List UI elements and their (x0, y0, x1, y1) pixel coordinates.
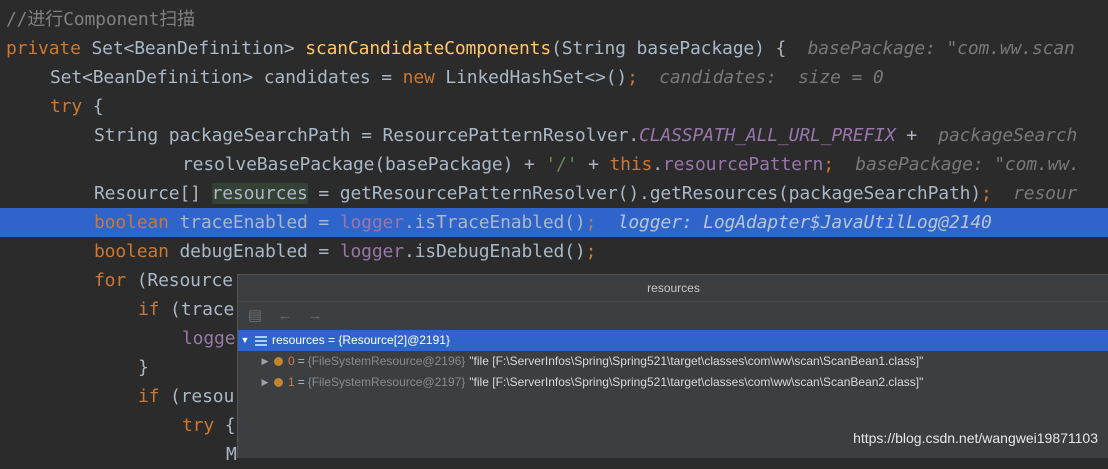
keyword-private: private (6, 38, 81, 59)
inline-value-hint: candidates: size = 0 (659, 67, 884, 88)
field-reference: logge (182, 328, 236, 349)
inline-value-hint: packageSearch (938, 125, 1078, 146)
copy-value-icon[interactable]: ▤ (246, 306, 264, 324)
popup-title: resources (238, 275, 1108, 302)
code-text: LinkedHashSet<>() (434, 67, 628, 88)
forward-arrow-icon[interactable]: → (306, 306, 324, 324)
tree-node-item-1[interactable]: ▶ 1 = {FileSystemResource@2197} "file [F… (238, 372, 1108, 393)
item-value: "file [F:\ServerInfos\Spring\Spring521\t… (469, 354, 924, 368)
keyword-if: if (138, 386, 160, 407)
code-line-1: //进行Component扫描 (0, 5, 1108, 34)
field-reference: logger (339, 212, 404, 233)
keyword-if: if (138, 299, 160, 320)
keyword-try: try (50, 96, 83, 117)
field-icon (274, 378, 283, 387)
item-index: 0 (288, 354, 295, 368)
field-icon (274, 357, 283, 366)
method-name: scanCandidateComponents (305, 38, 552, 59)
item-type: {FileSystemResource@2196} (307, 354, 466, 368)
expand-arrow-icon[interactable]: ▼ (238, 330, 252, 351)
item-value: "file [F:\ServerInfos\Spring\Spring521\t… (469, 375, 924, 389)
keyword-boolean: boolean (94, 241, 169, 262)
return-type: Set<BeanDefinition> (80, 38, 306, 59)
code-text: Set<BeanDefinition> candidates = (50, 67, 403, 88)
back-arrow-icon[interactable]: ← (276, 306, 294, 324)
resources-variable[interactable]: resources (211, 183, 308, 204)
watermark-url: https://blog.csdn.net/wangwei19871103 (853, 430, 1098, 446)
popup-toolbar: ▤ ← → (238, 302, 1108, 328)
tree-node-resources[interactable]: ▼ resources = {Resource[2]@2191} (238, 330, 1108, 351)
array-variable-icon (255, 335, 267, 347)
item-type: {FileSystemResource@2197} (307, 375, 466, 389)
tree-node-item-0[interactable]: ▶ 0 = {FileSystemResource@2196} "file [F… (238, 351, 1108, 372)
code-line-3: Set<BeanDefinition> candidates = new Lin… (50, 67, 884, 88)
inline-value-hint: basePackage: "com.ww. (855, 154, 1080, 175)
code-line-2: private Set<BeanDefinition> scanCandidat… (0, 34, 1108, 63)
static-constant: CLASSPATH_ALL_URL_PREFIX (639, 125, 896, 146)
code-line-5: String packageSearchPath = ResourcePatte… (94, 125, 1078, 146)
code-line-4: try { (50, 96, 104, 117)
keyword-new: new (402, 67, 435, 88)
code-line-9: boolean debugEnabled = logger.isDebugEna… (94, 241, 597, 262)
item-index: 1 (288, 375, 295, 389)
collapse-arrow-icon[interactable]: ▶ (258, 372, 272, 393)
code-line-7: Resource[] resources = getResourcePatter… (94, 183, 1078, 204)
keyword-boolean: boolean (94, 212, 169, 233)
keyword-for: for (94, 270, 127, 291)
string-literal: '/' (545, 154, 578, 175)
params: (String basePackage) { (551, 38, 787, 59)
inline-value-hint: logger: LogAdapter$JavaUtilLog@2140 (617, 212, 992, 233)
current-execution-line: boolean traceEnabled = logger.isTraceEna… (0, 208, 1108, 237)
field-reference: logger (339, 241, 404, 262)
variables-tree: ▼ resources = {Resource[2]@2191} ▶ 0 = {… (238, 330, 1108, 393)
tree-node-label: resources = {Resource[2]@2191} (272, 333, 450, 347)
collapse-arrow-icon[interactable]: ▶ (258, 351, 272, 372)
code-line-6: resolveBasePackage(basePackage) + '/' + … (182, 154, 1080, 175)
keyword-try: try (182, 415, 215, 436)
code-text: String packageSearchPath = ResourcePatte… (94, 125, 640, 146)
comment: //进行Component扫描 (6, 9, 195, 30)
inline-value-hint: basePackage: "com.ww.scan (807, 38, 1075, 59)
inline-value-hint: resour (1013, 183, 1078, 204)
keyword-this: this (609, 154, 653, 175)
field-reference: resourcePattern (662, 154, 824, 175)
